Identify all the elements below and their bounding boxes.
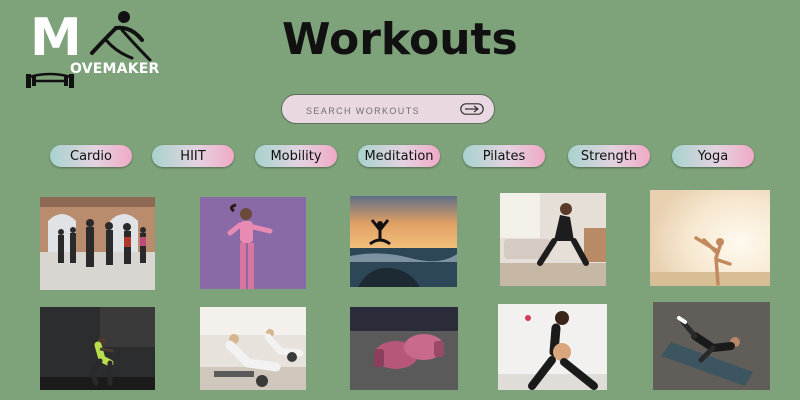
sunlit-yoga-pose-photo [650,190,770,286]
search-input[interactable] [304,102,458,120]
filter-hiit[interactable]: HIIT [152,145,234,167]
logo-wordmark: OVEMAKER [70,61,160,77]
filter-strength[interactable]: Strength [568,145,650,167]
filter-yoga[interactable]: Yoga [672,145,754,167]
sunset-meditation-photo [350,196,457,287]
prenatal-stretch-photo [498,304,607,390]
workout-card-prenatal[interactable] [498,304,607,390]
workout-card-mobility[interactable] [500,193,606,286]
page-title: Workouts [282,14,518,65]
workout-card-pilates[interactable] [200,307,306,390]
brand-logo[interactable]: M OVEMAKER [24,8,159,94]
filter-mobility[interactable]: Mobility [255,145,337,167]
workout-card-boxing[interactable] [350,307,458,390]
arrow-right-icon[interactable] [460,103,484,115]
home-stretch-photo [500,193,606,286]
woman-stretching-photo [200,197,306,289]
workout-card-strength[interactable] [40,307,155,390]
gym-squat-photo [40,307,155,390]
group-cardio-class-photo [40,197,155,290]
logo-letter: M [30,8,82,68]
workout-card-cardio[interactable] [40,197,155,290]
bicycle-crunch-photo [653,302,770,390]
filter-cardio[interactable]: Cardio [50,145,132,167]
running-figure-icon [90,11,152,62]
filter-pilates[interactable]: Pilates [463,145,545,167]
workout-card-meditation[interactable] [350,196,457,287]
boxing-gloves-photo [350,307,458,390]
filter-meditation[interactable]: Meditation [358,145,440,167]
workout-card-hiit[interactable] [200,197,306,289]
pilates-class-photo [200,307,306,390]
dumbbell-icon [25,72,75,88]
workout-card-yoga[interactable] [650,190,770,286]
workout-card-core[interactable] [653,302,770,390]
search-bar[interactable] [281,94,495,124]
